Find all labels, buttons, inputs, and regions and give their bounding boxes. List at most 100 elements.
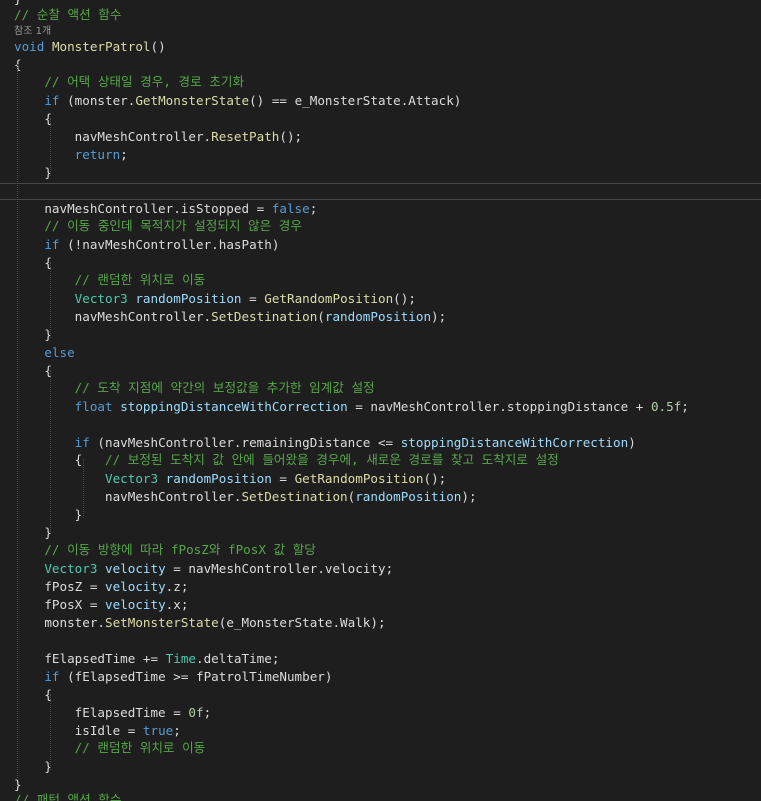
code-line: fElapsedTime = 0f; (14, 704, 761, 722)
code-token: ) (628, 435, 636, 450)
code-line: } (14, 506, 761, 524)
code-token: velocity (105, 579, 166, 594)
code-token: stoppingDistanceWithCorrection (120, 399, 348, 414)
code-token: 0f (188, 705, 204, 720)
code-line: if (monster.GetMonsterState() == e_Monst… (14, 92, 761, 110)
code-token: float (74, 399, 113, 414)
code-token: SetMonsterState (105, 615, 219, 630)
code-line: if (navMeshController.remainingDistance … (14, 434, 761, 452)
code-token: // 보정된 도착지 값 안에 들어왔을 경우에, 새로운 경로를 찾고 도착지… (105, 452, 559, 467)
code-token: navMeshController. (14, 489, 242, 504)
code-line: navMeshController.SetDestination(randomP… (14, 308, 761, 326)
code-token: = navMeshController.velocity; (165, 561, 394, 576)
code-token: velocity (105, 597, 166, 612)
code-token: // 순찰 액션 함수 (14, 7, 122, 22)
indent-guide (83, 459, 84, 518)
code-token: ; (120, 147, 128, 162)
code-token: ResetPath (211, 129, 280, 144)
code-line: { (14, 110, 761, 128)
code-line: // 도착 지점에 약간의 보정값을 추가한 임계값 설정 (14, 379, 761, 397)
code-token: .deltaTime; (196, 651, 280, 666)
code-token: randomPosition (165, 471, 272, 486)
code-token: MonsterPatrol (51, 39, 151, 54)
code-token: if (44, 93, 60, 108)
code-token: randomPosition (355, 489, 462, 504)
code-token: (fElapsedTime >= fPatrolTimeNumber) (59, 669, 333, 684)
code-token: 0.5f (650, 399, 682, 414)
code-token: else (44, 345, 75, 360)
code-token: // 랜덤한 위치로 이동 (74, 272, 206, 287)
code-token: navMeshController. (14, 309, 212, 324)
code-token: () == e_MonsterState.Attack) (249, 93, 462, 108)
code-token: randomPosition (135, 291, 242, 306)
code-token: Time (165, 651, 196, 666)
code-line: monster.SetMonsterState(e_MonsterState.W… (14, 614, 761, 632)
code-token: // 어택 상태일 경우, 경로 초기화 (44, 74, 245, 89)
code-token: { (14, 363, 52, 378)
codelens-references[interactable]: 참조 1개 (14, 25, 51, 39)
indent-guide (17, 64, 18, 778)
code-line: Vector3 velocity = navMeshController.vel… (14, 560, 761, 578)
code-token: } (14, 327, 52, 342)
code-token: SetDestination (211, 309, 318, 324)
code-token: (); (279, 129, 303, 144)
code-line: } (14, 326, 761, 344)
indent-guide (50, 262, 51, 338)
code-line: fPosZ = velocity.z; (14, 578, 761, 596)
code-token: stoppingDistanceWithCorrection (400, 435, 629, 450)
indent-guide (50, 370, 51, 532)
code-line: // 랜덤한 위치로 이동 (14, 271, 761, 289)
code-token: Vector3 (74, 291, 128, 306)
code-line: Vector3 randomPosition = GetRandomPositi… (14, 470, 761, 488)
code-token: isIdle = (14, 723, 143, 738)
code-line: if (!navMeshController.hasPath) (14, 236, 761, 254)
code-line: return; (14, 146, 761, 164)
code-line: { (14, 254, 761, 272)
code-line: } (14, 524, 761, 542)
code-token: = (271, 471, 295, 486)
code-line: navMeshController.ResetPath(); (14, 128, 761, 146)
code-token: (); (393, 291, 416, 306)
indent-guide (50, 118, 51, 176)
code-line: isIdle = true; (14, 722, 761, 740)
code-token: { (14, 687, 52, 702)
code-line: navMeshController.isStopped = false; (14, 200, 761, 218)
code-line: // 패턴 액션 함수 (14, 791, 761, 801)
code-editor[interactable]: 참조 1개 }// 순찰 액션 함수void MonsterPatrol(){ … (0, 0, 761, 801)
code-line: { (14, 686, 761, 704)
code-token: void (14, 39, 45, 54)
code-token: // 랜덤한 위치로 이동 (74, 740, 206, 755)
code-token: fElapsedTime += (14, 651, 166, 666)
code-token: ); (431, 309, 447, 324)
code-line: // 랜덤한 위치로 이동 (14, 739, 761, 757)
code-token: (e_MonsterState.Walk); (218, 615, 386, 630)
code-token: // 이동 방향에 따라 fPosZ와 fPosX 값 할당 (44, 542, 316, 557)
code-token: if (44, 669, 60, 684)
code-line: } (14, 164, 761, 182)
code-token: ); (461, 489, 477, 504)
code-token: (); (423, 471, 447, 486)
code-token: (navMeshController.remainingDistance <= (89, 435, 401, 450)
code-token: if (44, 237, 60, 252)
code-token: } (14, 165, 52, 180)
code-token: Vector3 (105, 471, 159, 486)
code-token: () (150, 39, 166, 54)
code-token: // 도착 지점에 약간의 보정값을 추가한 임계값 설정 (74, 380, 375, 395)
code-line: { (14, 56, 761, 74)
code-line: float stoppingDistanceWithCorrection = n… (14, 398, 761, 416)
